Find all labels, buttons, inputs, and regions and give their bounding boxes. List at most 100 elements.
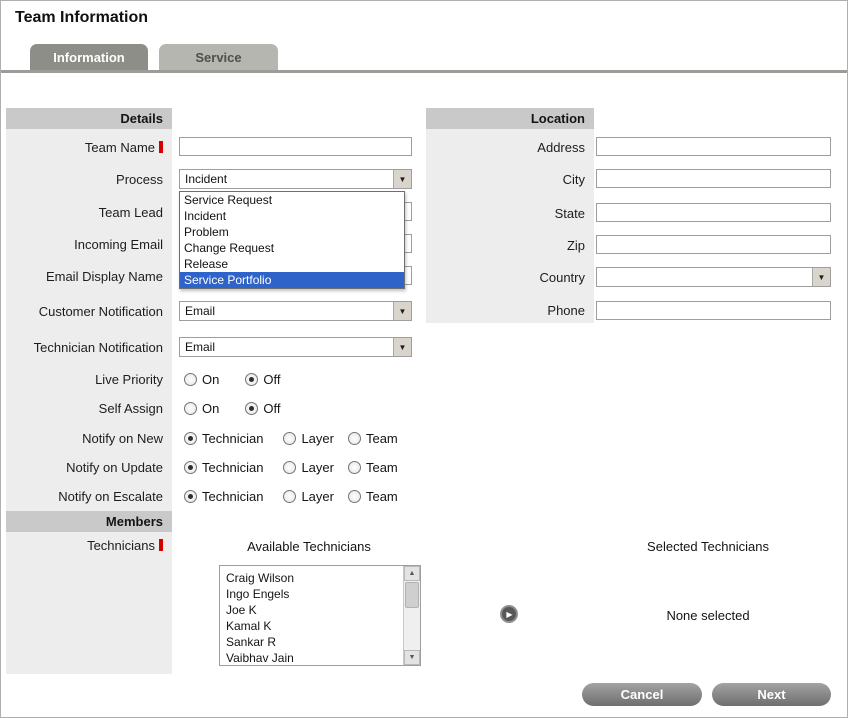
- radio-selected-icon[interactable]: [245, 373, 258, 386]
- state-label: State: [426, 197, 594, 229]
- technician-notification-label: Technician Notification: [6, 330, 172, 364]
- radio-unselected-icon[interactable]: [348, 490, 361, 503]
- radio-unselected-icon[interactable]: [283, 432, 296, 445]
- location-section-header: Location: [426, 108, 594, 129]
- tab-service[interactable]: Service: [159, 44, 278, 70]
- tab-service-label: Service: [195, 50, 241, 65]
- notify-new-technician-option[interactable]: Technician: [184, 431, 263, 446]
- radio-selected-icon[interactable]: [184, 461, 197, 474]
- move-right-button[interactable]: ▶: [500, 605, 518, 623]
- self-assign-on-option[interactable]: On: [184, 401, 219, 416]
- radio-selected-icon[interactable]: [245, 402, 258, 415]
- notify-escalate-technician-option[interactable]: Technician: [184, 489, 263, 504]
- radio-label: Technician: [202, 489, 263, 504]
- customer-notification-select[interactable]: Email ▼: [179, 301, 412, 321]
- notify-new-layer-option[interactable]: Layer: [283, 431, 334, 446]
- live-priority-off-option[interactable]: Off: [245, 372, 280, 387]
- notify-on-new-radio-group: Technician Layer Team: [184, 431, 398, 446]
- radio-selected-icon[interactable]: [184, 490, 197, 503]
- process-select[interactable]: Incident ▼: [179, 169, 412, 189]
- details-header-label: Details: [120, 111, 163, 126]
- address-label: Address: [426, 131, 594, 163]
- scroll-up-icon[interactable]: ▲: [404, 566, 420, 581]
- radio-label: Technician: [202, 460, 263, 475]
- city-input[interactable]: [596, 169, 831, 188]
- country-select[interactable]: ▼: [596, 267, 831, 287]
- radio-unselected-icon[interactable]: [283, 461, 296, 474]
- radio-label: Team: [366, 489, 398, 504]
- process-select-value: Incident: [180, 170, 393, 188]
- self-assign-off-option[interactable]: Off: [245, 401, 280, 416]
- process-option-service-portfolio[interactable]: Service Portfolio: [180, 272, 404, 288]
- radio-unselected-icon[interactable]: [184, 402, 197, 415]
- city-label: City: [426, 163, 594, 195]
- notify-on-update-radio-group: Technician Layer Team: [184, 460, 398, 475]
- process-option-incident[interactable]: Incident: [180, 208, 404, 224]
- team-information-window: Team Information Information Service Det…: [0, 0, 848, 718]
- notify-on-update-label: Notify on Update: [6, 453, 172, 481]
- radio-unselected-icon[interactable]: [348, 432, 361, 445]
- technician-notification-select[interactable]: Email ▼: [179, 337, 412, 357]
- process-option-service-request[interactable]: Service Request: [180, 192, 404, 208]
- available-technicians-title: Available Technicians: [209, 539, 409, 554]
- cancel-button[interactable]: Cancel: [582, 683, 702, 706]
- process-option-release[interactable]: Release: [180, 256, 404, 272]
- required-marker: [159, 539, 163, 551]
- tab-information-label: Information: [53, 50, 125, 65]
- radio-unselected-icon[interactable]: [184, 373, 197, 386]
- technician-item[interactable]: Sankar R: [226, 634, 397, 650]
- next-button[interactable]: Next: [712, 683, 831, 706]
- notify-update-technician-option[interactable]: Technician: [184, 460, 263, 475]
- technicians-label: Technicians: [6, 534, 172, 556]
- radio-unselected-icon[interactable]: [283, 490, 296, 503]
- phone-input[interactable]: [596, 301, 831, 320]
- address-input[interactable]: [596, 137, 831, 156]
- scrollbar-thumb[interactable]: [405, 582, 419, 608]
- technician-item[interactable]: Joe K: [226, 602, 397, 618]
- technician-notification-value: Email: [180, 338, 393, 356]
- scroll-down-icon[interactable]: ▼: [404, 650, 420, 665]
- notify-on-escalate-radio-group: Technician Layer Team: [184, 489, 398, 504]
- notify-on-new-label: Notify on New: [6, 424, 172, 452]
- chevron-down-icon[interactable]: ▼: [393, 302, 411, 320]
- radio-label: Technician: [202, 431, 263, 446]
- technician-item[interactable]: Vaibhav Jain: [226, 650, 397, 665]
- process-label: Process: [6, 163, 172, 195]
- radio-label: Off: [263, 372, 280, 387]
- members-header-label: Members: [106, 514, 163, 529]
- tab-information[interactable]: Information: [30, 44, 148, 70]
- process-option-problem[interactable]: Problem: [180, 224, 404, 240]
- self-assign-radio-group: On Off: [184, 401, 280, 416]
- technician-item[interactable]: Kamal K: [226, 618, 397, 634]
- chevron-down-icon[interactable]: ▼: [393, 338, 411, 356]
- customer-notification-label: Customer Notification: [6, 294, 172, 328]
- radio-label: Off: [263, 401, 280, 416]
- notify-new-team-option[interactable]: Team: [348, 431, 398, 446]
- radio-unselected-icon[interactable]: [348, 461, 361, 474]
- radio-label: Team: [366, 460, 398, 475]
- self-assign-label: Self Assign: [6, 394, 172, 422]
- state-input[interactable]: [596, 203, 831, 222]
- available-technicians-listbox[interactable]: Craig Wilson Ingo Engels Joe K Kamal K S…: [219, 565, 421, 666]
- chevron-down-icon[interactable]: ▼: [812, 268, 830, 286]
- notify-escalate-team-option[interactable]: Team: [348, 489, 398, 504]
- notify-escalate-layer-option[interactable]: Layer: [283, 489, 334, 504]
- process-option-change-request[interactable]: Change Request: [180, 240, 404, 256]
- team-name-input[interactable]: [179, 137, 412, 156]
- customer-notification-value: Email: [180, 302, 393, 320]
- technician-item[interactable]: Ingo Engels: [226, 586, 397, 602]
- notify-update-team-option[interactable]: Team: [348, 460, 398, 475]
- required-marker: [159, 141, 163, 153]
- selected-technicians-title: Selected Technicians: [608, 539, 808, 554]
- notify-on-escalate-label: Notify on Escalate: [6, 482, 172, 510]
- zip-input[interactable]: [596, 235, 831, 254]
- chevron-down-icon[interactable]: ▼: [393, 170, 411, 188]
- notify-update-layer-option[interactable]: Layer: [283, 460, 334, 475]
- technician-item[interactable]: Craig Wilson: [226, 570, 397, 586]
- location-header-label: Location: [531, 111, 585, 126]
- radio-selected-icon[interactable]: [184, 432, 197, 445]
- scrollbar[interactable]: ▲ ▼: [403, 566, 420, 665]
- live-priority-on-option[interactable]: On: [184, 372, 219, 387]
- phone-label: Phone: [426, 294, 594, 326]
- details-section-header: Details: [6, 108, 172, 129]
